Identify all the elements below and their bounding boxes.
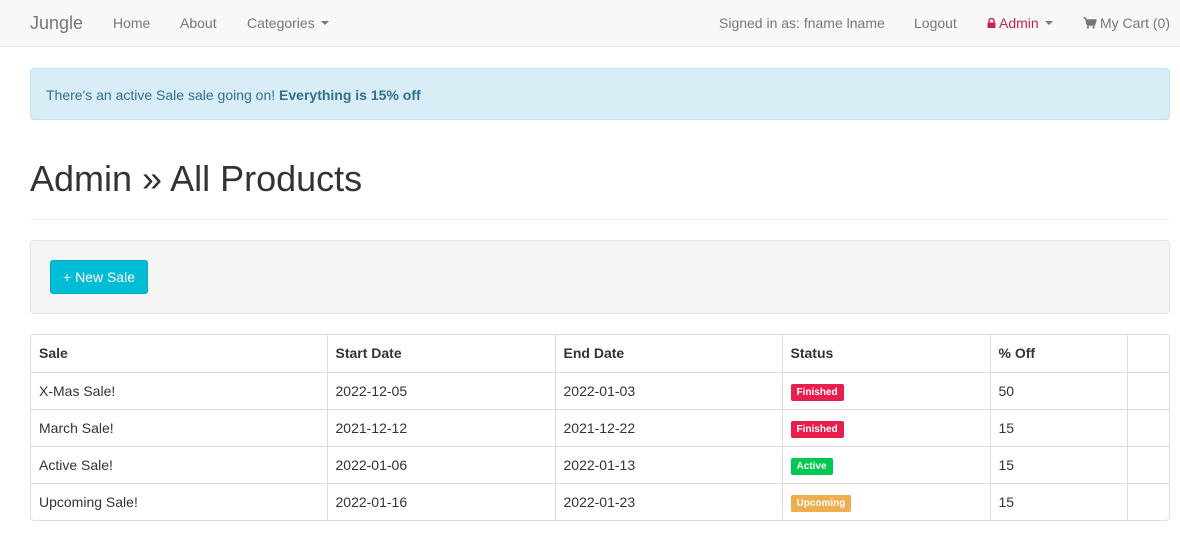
end-date-cell: 2022-01-13 — [555, 446, 783, 484]
nav-logout-link[interactable]: Logout — [914, 15, 957, 31]
cart-icon — [1083, 17, 1097, 29]
status-cell: Upcoming — [782, 483, 991, 520]
actions-cell — [1127, 409, 1169, 447]
sale-alert: There's an active Sale sale going on! Ev… — [30, 68, 1170, 120]
sales-table-container: Sale Start Date End Date Status % Off X-… — [30, 334, 1170, 521]
status-badge: Finished — [790, 384, 844, 401]
nav-about-link[interactable]: About — [180, 15, 217, 31]
nav-cart-label: My Cart (0) — [1100, 15, 1170, 31]
nav-cart-link[interactable]: My Cart (0) — [1083, 15, 1170, 31]
column-header-status: Status — [782, 335, 991, 373]
percent-off-cell: 15 — [990, 446, 1128, 484]
nav-admin-label: Admin — [999, 15, 1039, 31]
sale-name-cell: Upcoming Sale! — [31, 483, 328, 520]
status-badge: Finished — [790, 421, 844, 438]
percent-off-cell: 15 — [990, 483, 1128, 520]
start-date-cell: 2022-01-06 — [327, 446, 556, 484]
column-header-sale: Sale — [31, 335, 328, 373]
start-date-cell: 2022-12-05 — [327, 372, 556, 410]
sale-name-cell: Active Sale! — [31, 446, 328, 484]
column-header-start-date: Start Date — [327, 335, 556, 373]
sale-name-cell: X-Mas Sale! — [31, 372, 328, 410]
status-badge: Upcoming — [790, 495, 852, 513]
actions-panel: + New Sale — [30, 240, 1170, 314]
chevron-down-icon — [1044, 21, 1053, 26]
divider — [30, 219, 1170, 220]
sales-table: Sale Start Date End Date Status % Off X-… — [31, 335, 1169, 520]
actions-cell — [1127, 483, 1169, 520]
sale-name-cell: March Sale! — [31, 409, 328, 447]
navbar: Jungle Home About Categories Signed in a… — [0, 0, 1180, 47]
start-date-cell: 2021-12-12 — [327, 409, 556, 447]
percent-off-cell: 15 — [990, 409, 1128, 447]
actions-cell — [1127, 446, 1169, 484]
status-cell: Finished — [782, 409, 991, 447]
nav-home-link[interactable]: Home — [113, 15, 150, 31]
status-badge: Active — [790, 458, 833, 475]
table-header-row: Sale Start Date End Date Status % Off — [31, 335, 1169, 373]
status-cell: Active — [782, 446, 991, 484]
signed-in-text: Signed in as: fname lname — [719, 15, 885, 31]
actions-cell — [1127, 372, 1169, 410]
column-header-percent-off: % Off — [990, 335, 1128, 373]
alert-emphasis: Everything is 15% off — [279, 87, 421, 103]
nav-categories-label: Categories — [247, 15, 315, 31]
start-date-cell: 2022-01-16 — [327, 483, 556, 520]
alert-text: There's an active Sale sale going on! — [46, 87, 280, 103]
new-sale-button[interactable]: + New Sale — [50, 260, 148, 294]
table-row: Active Sale! 2022-01-06 2022-01-13 Activ… — [31, 446, 1169, 484]
table-row: March Sale! 2021-12-12 2021-12-22 Finish… — [31, 409, 1169, 447]
chevron-down-icon — [320, 21, 329, 26]
column-header-end-date: End Date — [555, 335, 783, 373]
end-date-cell: 2021-12-22 — [555, 409, 783, 447]
table-row: Upcoming Sale! 2022-01-16 2022-01-23 Upc… — [31, 483, 1169, 520]
status-cell: Finished — [782, 372, 991, 410]
lock-icon — [987, 18, 996, 28]
page-title: Admin » All Products — [30, 158, 363, 199]
column-header-actions — [1127, 335, 1169, 373]
nav-admin-dropdown[interactable]: Admin — [987, 15, 1053, 31]
table-row: X-Mas Sale! 2022-12-05 2022-01-03 Finish… — [31, 372, 1169, 410]
nav-categories-dropdown[interactable]: Categories — [247, 15, 329, 31]
brand-link[interactable]: Jungle — [30, 13, 83, 33]
end-date-cell: 2022-01-03 — [555, 372, 783, 410]
end-date-cell: 2022-01-23 — [555, 483, 783, 520]
percent-off-cell: 50 — [990, 372, 1128, 410]
